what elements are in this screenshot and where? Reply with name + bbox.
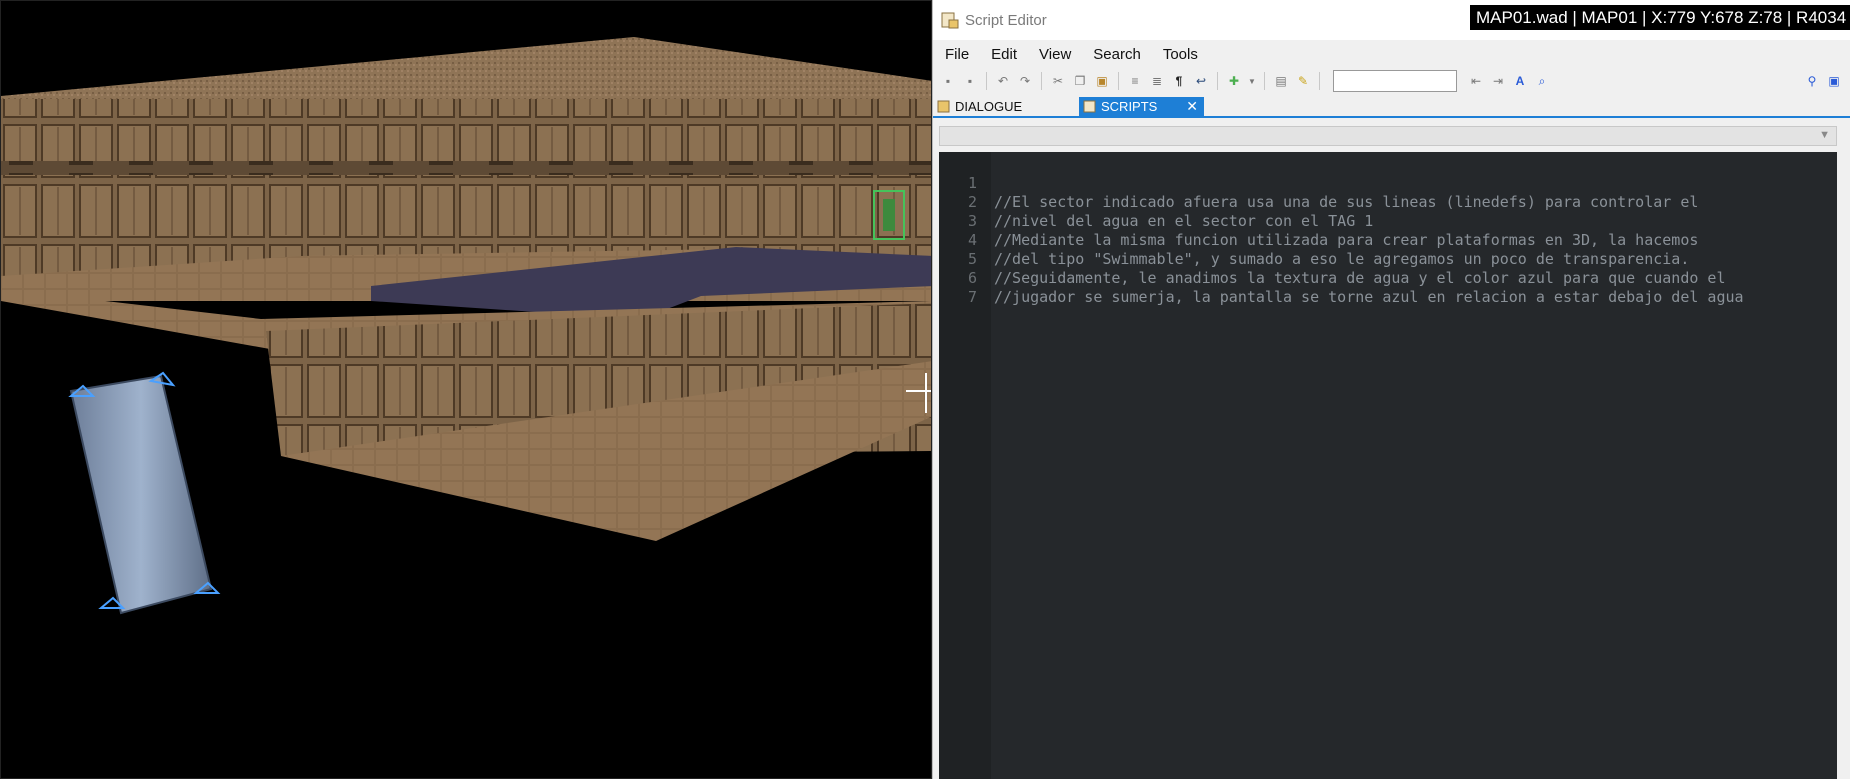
menu-view[interactable]: View [1027, 46, 1081, 63]
line-number: 7 [967, 288, 977, 306]
line-text[interactable]: //Mediante la misma funcion utilizada pa… [994, 231, 1698, 250]
copy-icon[interactable]: ❐ [1072, 73, 1088, 89]
menu-file[interactable]: File [933, 46, 979, 63]
menu-bar: File Edit View Search Tools [933, 42, 1850, 66]
tab-strip: DIALOGUE SCRIPTS ✕ [933, 96, 1850, 116]
toolbar-search-input[interactable] [1333, 70, 1457, 92]
toolbar-separator [1217, 72, 1218, 90]
undo-icon[interactable]: ↶ [995, 73, 1011, 89]
code-line[interactable]: 5 //Seguidamente, le anadimos la textura… [939, 231, 1726, 287]
status-overlay: MAP01.wad | MAP01 | X:779 Y:678 Z:78 | R… [1470, 5, 1850, 30]
cut-icon[interactable]: ✂ [1050, 73, 1066, 89]
outdent-icon[interactable]: ≣ [1149, 73, 1165, 89]
wordwrap-icon[interactable]: ↩ [1193, 73, 1209, 89]
menu-tools[interactable]: Tools [1151, 46, 1208, 63]
script-editor-icon [941, 12, 959, 29]
find-previous-icon[interactable]: ⇤ [1468, 73, 1484, 89]
scripts-tab-icon [1083, 100, 1096, 113]
wall-trim [1, 161, 931, 175]
line-text[interactable]: //Seguidamente, le anadimos la textura d… [994, 269, 1726, 288]
window-title: Script Editor [965, 11, 1047, 29]
toolbar-separator [1264, 72, 1265, 90]
code-line[interactable]: 6 //jugador se sumerja, la pantalla se t… [939, 250, 1744, 306]
line-text[interactable]: //nivel del agua en el sector con el TAG… [994, 212, 1373, 231]
indent-icon[interactable]: ≡ [1127, 73, 1143, 89]
code-line[interactable]: 3 //Mediante la misma funcion utilizada … [939, 193, 1698, 249]
toolbar: ▪ ▪ ↶ ↷ ✂ ❐ ▣ ≡ ≣ ¶ ↩ ✚ ▼ ▤ ✎ ⇤ ⇥ A ⌕ ⚲ … [933, 68, 1850, 94]
menu-search[interactable]: Search [1081, 46, 1151, 63]
toolbar-separator [986, 72, 987, 90]
code-editor[interactable]: 1 //El sector indicado afuera usa una de… [939, 152, 1837, 779]
menu-edit[interactable]: Edit [979, 46, 1027, 63]
pillar-thing [69, 374, 213, 615]
toolbar-separator [1118, 72, 1119, 90]
paste-icon[interactable]: ▣ [1094, 73, 1110, 89]
find-next-icon[interactable]: ⇥ [1490, 73, 1506, 89]
check-icon[interactable]: ✎ [1295, 73, 1311, 89]
script-editor-window: Script Editor File Edit View Search Tool… [932, 0, 1850, 779]
chevron-down-icon[interactable]: ▼ [1248, 73, 1256, 89]
tab-dialogue-label: DIALOGUE [955, 99, 1023, 114]
code-line[interactable]: 1 //El sector indicado afuera usa una de… [939, 155, 1698, 211]
line-text[interactable]: //El sector indicado afuera usa una de s… [994, 193, 1698, 212]
redo-icon[interactable]: ↷ [1017, 73, 1033, 89]
code-line[interactable]: 4 //del tipo "Swimmable", y sumado a eso… [939, 212, 1689, 268]
line-text[interactable]: //del tipo "Swimmable", y sumado a eso l… [994, 250, 1689, 269]
code-line[interactable]: 2 //nivel del agua en el sector con el T… [939, 174, 1373, 230]
tab-scripts-label: SCRIPTS [1101, 99, 1158, 114]
toolbar-separator [1319, 72, 1320, 90]
save-all-icon[interactable]: ▪ [962, 73, 978, 89]
save-icon[interactable]: ▪ [940, 73, 956, 89]
3d-viewport[interactable] [0, 0, 932, 779]
search-icon[interactable]: ⚲ [1804, 73, 1820, 89]
snippet-icon[interactable]: ✚ [1226, 73, 1242, 89]
script-selector[interactable]: ▼ [939, 126, 1837, 146]
script-lump-icon[interactable]: ▣ [1826, 73, 1842, 89]
compile-icon[interactable]: ▤ [1273, 73, 1289, 89]
chevron-down-icon[interactable]: ▼ [1819, 129, 1830, 141]
line-text[interactable]: //jugador se sumerja, la pantalla se tor… [994, 288, 1744, 307]
match-case-icon[interactable]: A [1512, 73, 1528, 89]
find-replace-icon[interactable]: ⌕ [1534, 73, 1550, 89]
close-icon[interactable]: ✕ [1186, 98, 1198, 115]
3d-scene[interactable] [1, 1, 932, 779]
code-line[interactable]: 7 [939, 269, 993, 306]
tab-underline [933, 116, 1850, 118]
ceiling-surface [1, 37, 931, 99]
tab-dialogue[interactable]: DIALOGUE [933, 97, 1073, 116]
tab-scripts[interactable]: SCRIPTS ✕ [1079, 97, 1204, 116]
toolbar-separator [1041, 72, 1042, 90]
dialogue-tab-icon [937, 100, 950, 113]
whitespace-icon[interactable]: ¶ [1171, 73, 1187, 89]
